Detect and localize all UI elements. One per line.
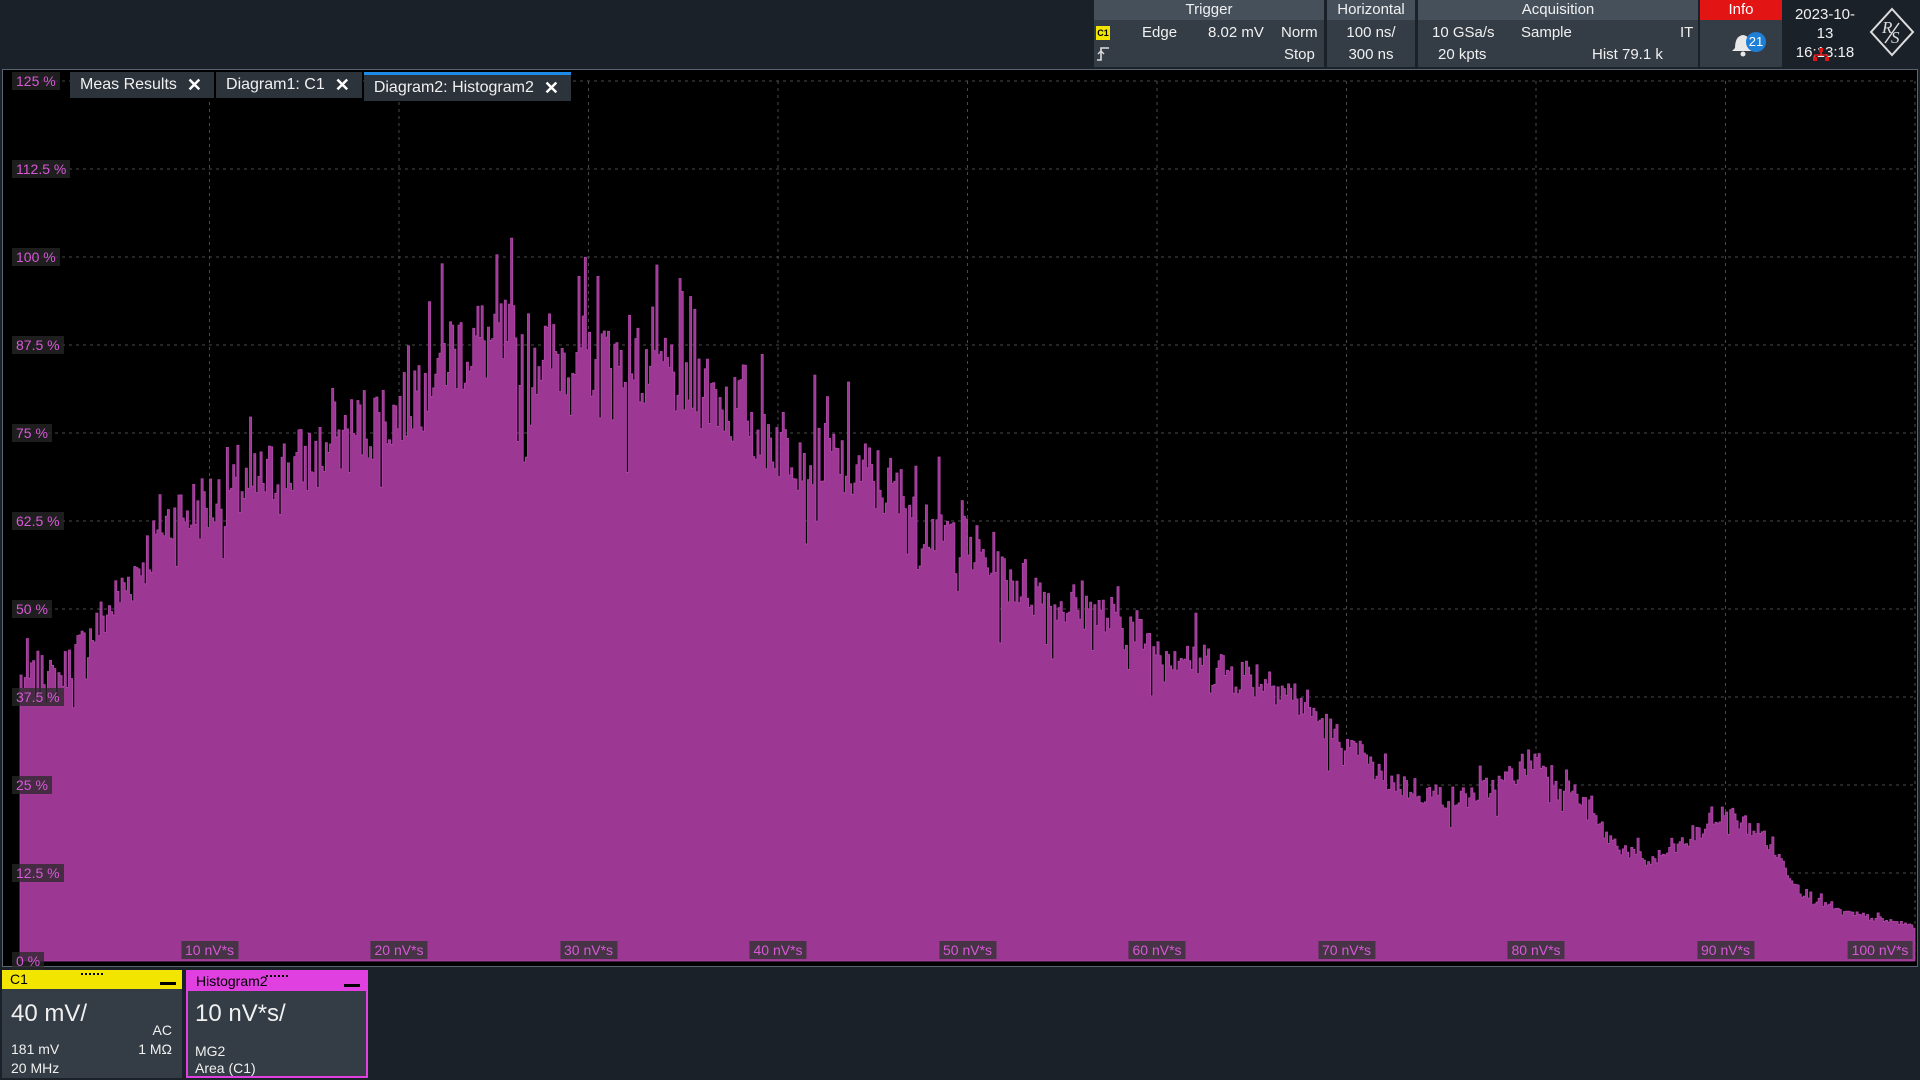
x-tick-label: 20 nV*s [370, 941, 428, 959]
tab-diagram2-histogram2[interactable]: Diagram2: Histogram2 ✕ [363, 72, 571, 102]
tab-diagram1-c1[interactable]: Diagram1: C1 ✕ [216, 72, 362, 98]
x-tick-label: 50 nV*s [938, 941, 997, 959]
y-tick-label: 112.5 % [12, 160, 71, 178]
x-tick-label: 40 nV*s [749, 941, 807, 959]
diagram-tabs: Meas Results ✕ Diagram1: C1 ✕ Diagram2: … [70, 71, 571, 102]
histogram-source: MG2 [195, 1043, 226, 1059]
x-tick-label: 100 nV*s [1847, 941, 1913, 959]
x-tick-label: 80 nV*s [1507, 941, 1565, 959]
y-tick-label: 125 % [12, 72, 60, 90]
c1-vertical-scale: 40 mV/ [11, 1000, 88, 1027]
x-tick-label: 60 nV*s [1128, 941, 1186, 959]
y-tick-label: 37.5 % [12, 688, 64, 706]
histogram-bars [19, 237, 1916, 962]
c1-signal-box[interactable]: C1 40 mV/ AC 181 mV 1 MΩ 20 MHz [2, 970, 182, 1078]
tab-meas-results[interactable]: Meas Results ✕ [70, 71, 215, 99]
x-tick-label: 70 nV*s [1317, 941, 1376, 959]
minimize-icon[interactable] [344, 984, 360, 987]
histogram-plot[interactable] [0, 0, 1920, 968]
tab-label: Diagram1: C1 [226, 76, 325, 93]
c1-impedance: 1 MΩ [138, 1041, 172, 1057]
c1-offset: 181 mV [11, 1041, 60, 1057]
y-tick-label: 25 % [12, 776, 52, 794]
drag-handle[interactable] [266, 975, 288, 980]
histogram-scale: 10 nV*s/ [195, 1000, 286, 1027]
c1-coupling: AC [152, 1022, 172, 1038]
tab-label: Diagram2: Histogram2 [373, 79, 534, 96]
y-tick-label: 0 % [12, 952, 45, 970]
minimize-icon[interactable] [160, 982, 176, 985]
histogram-measurement: Area (C1) [195, 1060, 256, 1076]
x-tick-label: 30 nV*s [559, 941, 618, 959]
tab-label: Meas Results [80, 76, 177, 93]
y-tick-label: 75 % [12, 424, 52, 442]
close-icon[interactable]: ✕ [335, 71, 350, 99]
histogram-signal-box[interactable]: Histogram2 10 nV*s/ MG2 Area (C1) [186, 970, 368, 1078]
drag-handle[interactable] [81, 973, 103, 978]
y-tick-label: 100 % [12, 248, 60, 266]
y-tick-label: 87.5 % [12, 336, 64, 354]
histogram-area [19, 237, 1916, 962]
c1-bandwidth: 20 MHz [11, 1060, 60, 1076]
x-tick-label: 10 nV*s [180, 941, 239, 959]
y-tick-label: 12.5 % [12, 864, 64, 882]
y-tick-label: 62.5 % [12, 512, 64, 530]
close-icon[interactable]: ✕ [187, 71, 202, 99]
x-tick-label: 90 nV*s [1696, 941, 1755, 959]
close-icon[interactable]: ✕ [544, 74, 559, 102]
y-tick-label: 50 % [12, 600, 52, 618]
